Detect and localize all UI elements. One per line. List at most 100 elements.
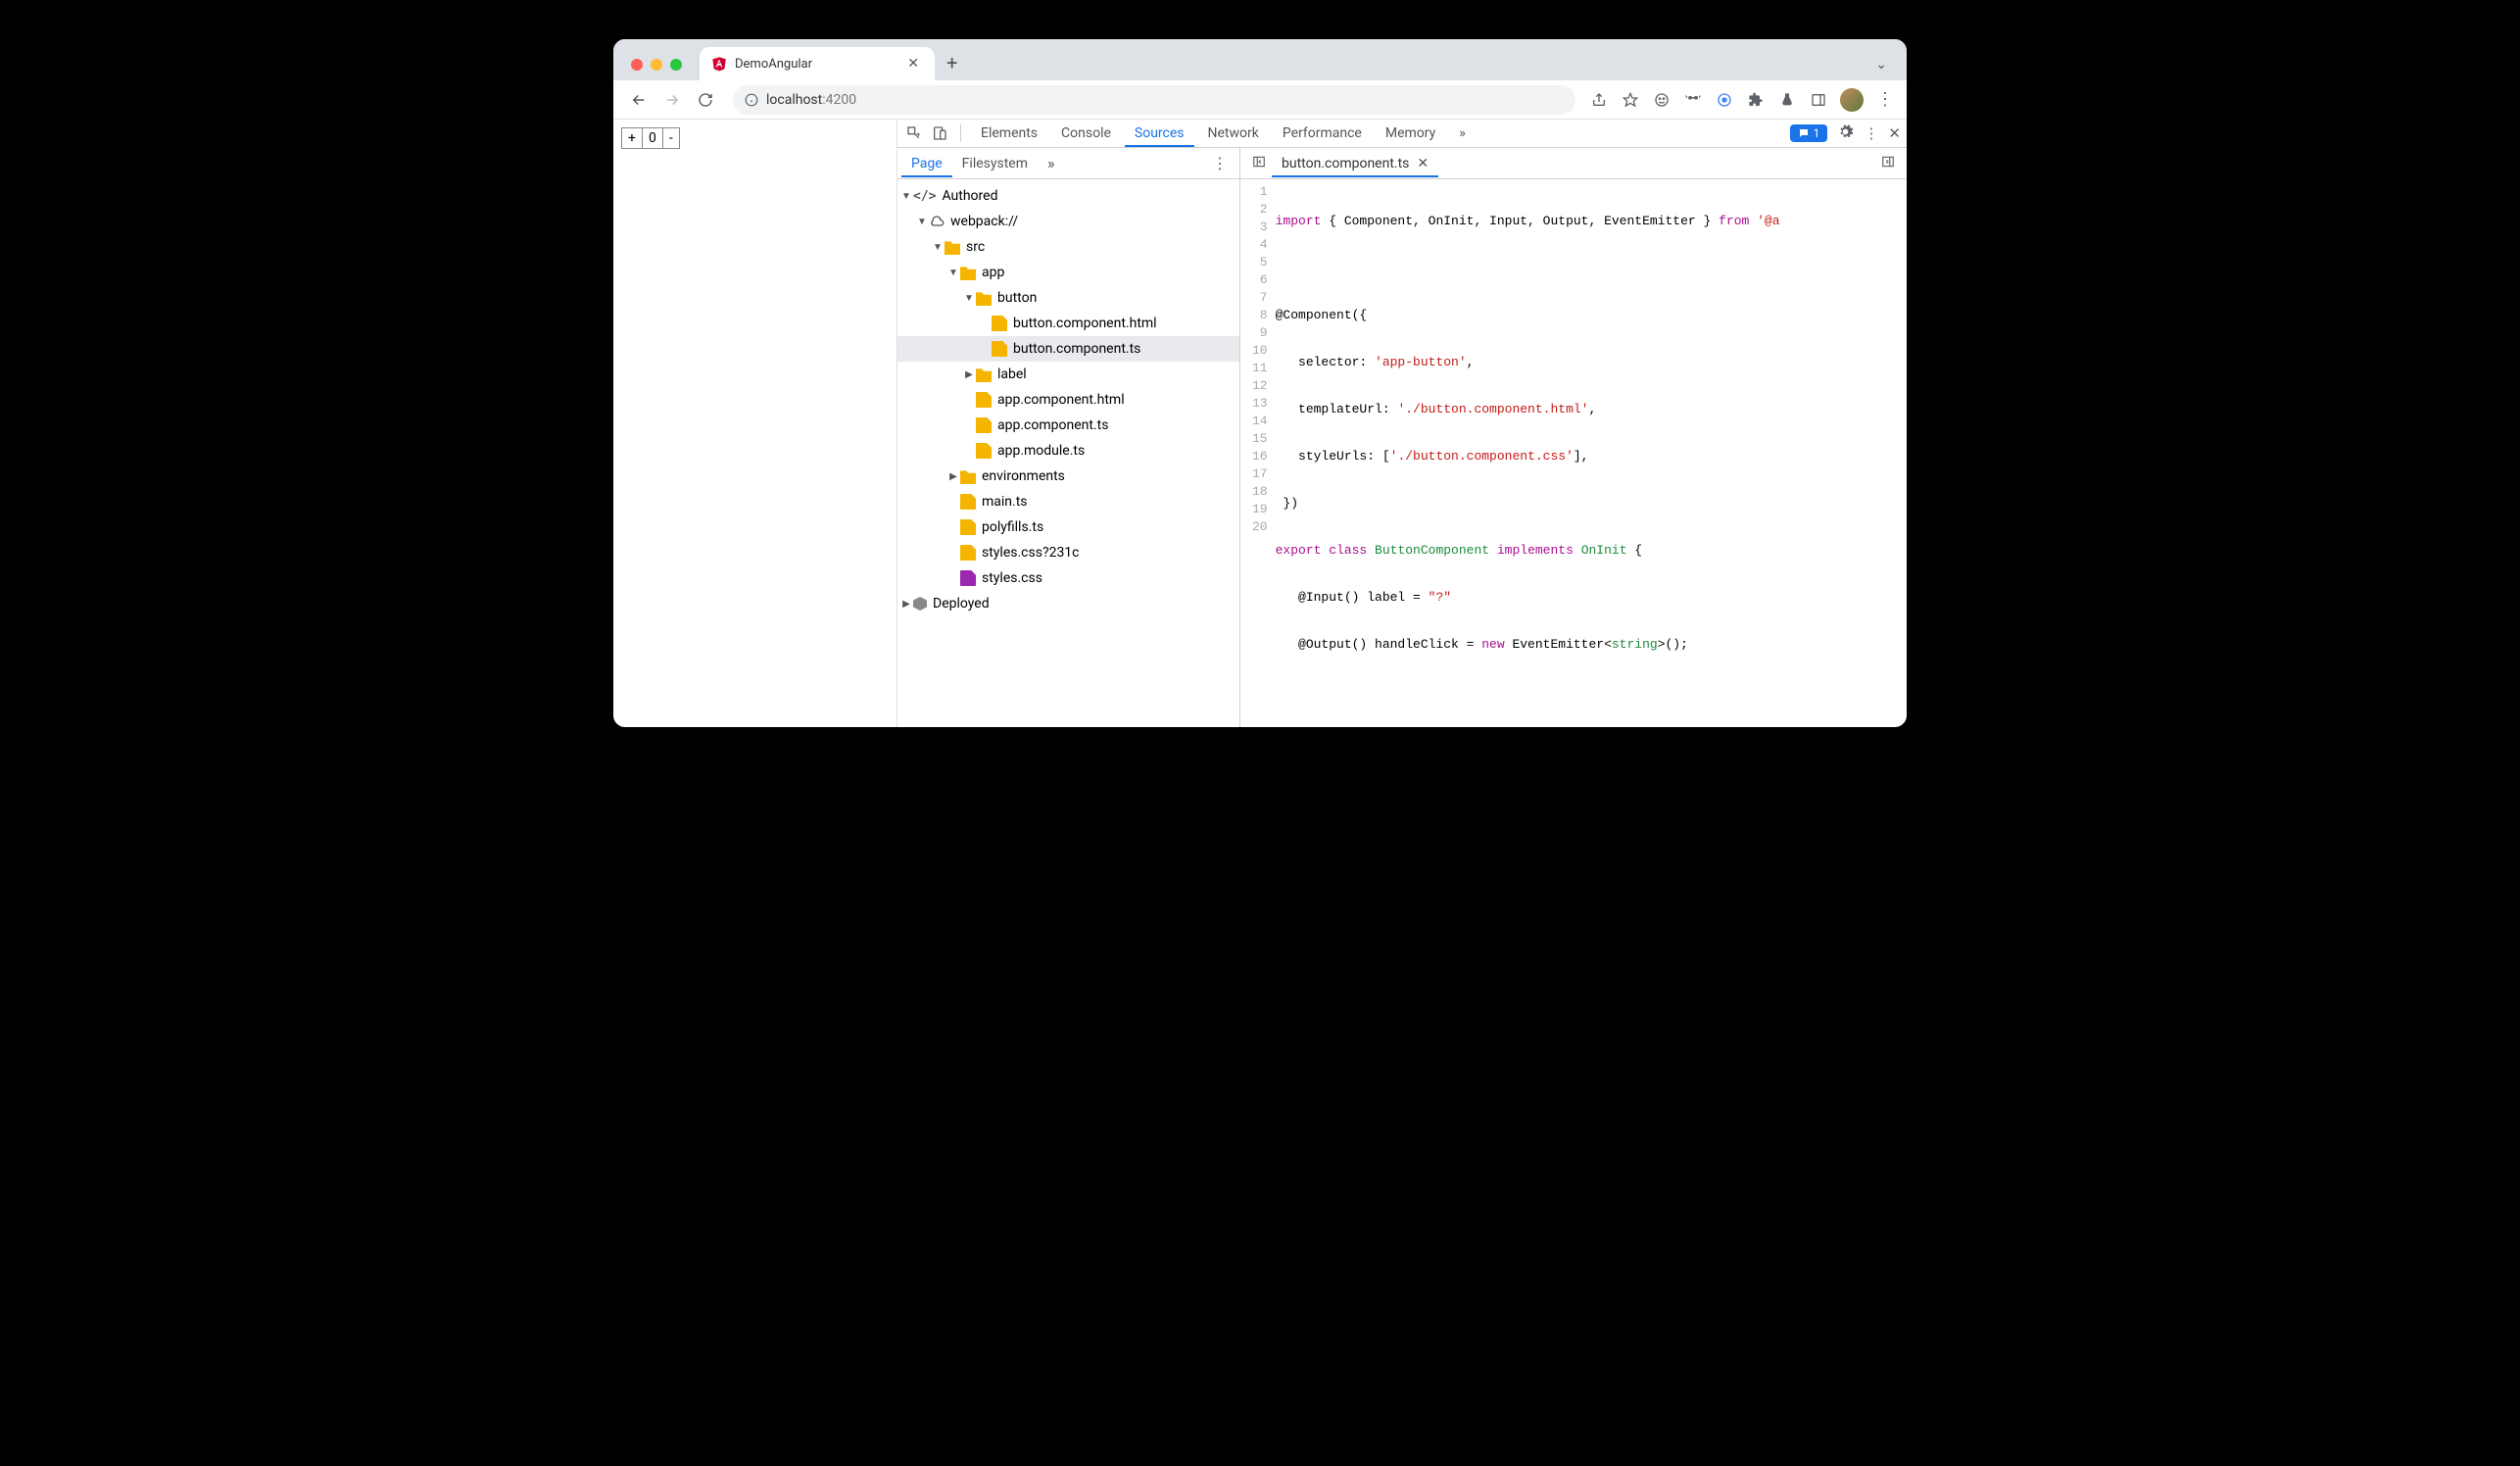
tree-node-button-html[interactable]: ▶button.component.html	[897, 311, 1239, 336]
tab-console[interactable]: Console	[1051, 120, 1121, 147]
chrome-menu-button[interactable]: ⋮	[1875, 90, 1895, 110]
issues-badge[interactable]: 1	[1790, 124, 1828, 142]
file-icon	[960, 519, 976, 535]
toggle-debugger-icon[interactable]	[1875, 154, 1901, 172]
tree-node-app[interactable]: ▼app	[897, 260, 1239, 285]
tab-close-button[interactable]: ✕	[903, 54, 923, 73]
tree-node-styles[interactable]: ▶styles.css	[897, 565, 1239, 591]
share-icon[interactable]	[1589, 90, 1609, 110]
tree-node-label-folder[interactable]: ▶label	[897, 362, 1239, 387]
nav-more-tabs[interactable]: »	[1042, 154, 1061, 172]
cloud-icon	[929, 214, 945, 229]
tree-node-styles-hash[interactable]: ▶styles.css?231c	[897, 540, 1239, 565]
browser-toolbar: localhost:4200 ⋮	[613, 80, 1907, 120]
cube-icon	[913, 597, 927, 611]
devtools-menu-button[interactable]: ⋮	[1864, 124, 1878, 142]
file-icon	[976, 417, 992, 433]
window-controls	[623, 59, 690, 80]
tree-node-app-module[interactable]: ▶app.module.ts	[897, 438, 1239, 464]
file-icon	[992, 316, 1007, 331]
browser-window: DemoAngular ✕ + ⌄ localhost:4200 ⋮	[613, 39, 1907, 727]
extension-icon-2[interactable]	[1683, 90, 1703, 110]
editor-tab[interactable]: button.component.ts ✕	[1272, 150, 1438, 177]
tree-node-main-ts[interactable]: ▶main.ts	[897, 489, 1239, 514]
bookmark-star-icon[interactable]	[1621, 90, 1640, 110]
more-tabs-button[interactable]: »	[1449, 120, 1476, 147]
increment-button[interactable]: +	[622, 128, 643, 148]
folder-icon	[960, 468, 976, 484]
nav-menu-button[interactable]: ⋮	[1204, 154, 1236, 172]
labs-icon[interactable]	[1777, 90, 1797, 110]
line-gutter: 1234567891011121314151617181920	[1240, 179, 1276, 727]
tree-node-deployed[interactable]: ▶Deployed	[897, 591, 1239, 616]
tree-node-button-folder[interactable]: ▼button	[897, 285, 1239, 311]
editor-tab-title: button.component.ts	[1282, 156, 1409, 171]
tab-performance[interactable]: Performance	[1273, 120, 1372, 147]
tab-strip: DemoAngular ✕ + ⌄	[613, 39, 1907, 80]
tree-node-authored[interactable]: ▼</>Authored	[897, 183, 1239, 209]
extension-icon-3[interactable]	[1715, 90, 1734, 110]
tree-node-environments[interactable]: ▶environments	[897, 464, 1239, 489]
decrement-button[interactable]: -	[663, 128, 679, 148]
editor-tabs: button.component.ts ✕	[1240, 148, 1907, 179]
code-content: import { Component, OnInit, Input, Outpu…	[1276, 179, 1780, 727]
reload-button[interactable]	[692, 86, 719, 114]
tab-elements[interactable]: Elements	[971, 120, 1047, 147]
profile-avatar[interactable]	[1840, 88, 1864, 112]
back-button[interactable]	[625, 86, 653, 114]
folder-icon	[960, 265, 976, 280]
tab-sources[interactable]: Sources	[1125, 120, 1194, 147]
side-panel-icon[interactable]	[1809, 90, 1828, 110]
devtools-panel: Elements Console Sources Network Perform…	[897, 120, 1907, 727]
page-viewport: + 0 -	[613, 120, 897, 727]
site-info-icon	[745, 93, 758, 107]
minimize-window-button[interactable]	[651, 59, 662, 71]
tree-node-polyfills[interactable]: ▶polyfills.ts	[897, 514, 1239, 540]
folder-icon	[945, 239, 960, 255]
close-window-button[interactable]	[631, 59, 643, 71]
inspect-element-icon[interactable]	[903, 125, 925, 141]
address-bar[interactable]: localhost:4200	[733, 85, 1575, 115]
file-icon	[960, 494, 976, 510]
tab-memory[interactable]: Memory	[1376, 120, 1445, 147]
forward-button[interactable]	[658, 86, 686, 114]
content-area: + 0 - Elements Console Sources Network P…	[613, 120, 1907, 727]
browser-tab[interactable]: DemoAngular ✕	[700, 47, 935, 80]
nav-tab-filesystem[interactable]: Filesystem	[952, 150, 1038, 177]
tree-node-src[interactable]: ▼src	[897, 234, 1239, 260]
device-toggle-icon[interactable]	[929, 125, 950, 141]
navigator-tabs: Page Filesystem » ⋮	[897, 148, 1239, 179]
tree-node-app-html[interactable]: ▶app.component.html	[897, 387, 1239, 413]
editor-tab-close-button[interactable]: ✕	[1417, 156, 1429, 171]
tab-title: DemoAngular	[735, 57, 896, 72]
file-icon	[976, 443, 992, 459]
maximize-window-button[interactable]	[670, 59, 682, 71]
toolbar-actions: ⋮	[1589, 88, 1895, 112]
folder-icon	[976, 366, 992, 382]
tree-node-app-ts[interactable]: ▶app.component.ts	[897, 413, 1239, 438]
folder-icon	[976, 290, 992, 306]
toggle-navigator-icon[interactable]	[1246, 154, 1272, 172]
tab-network[interactable]: Network	[1198, 120, 1269, 147]
tree-node-button-ts[interactable]: ▶button.component.ts	[897, 336, 1239, 362]
tabs-dropdown-button[interactable]: ⌄	[1875, 57, 1897, 80]
angular-icon	[711, 56, 727, 72]
file-icon	[960, 570, 976, 586]
counter-widget: + 0 -	[621, 127, 680, 149]
nav-tab-page[interactable]: Page	[901, 150, 952, 177]
editor-pane: button.component.ts ✕ 123456789101112131…	[1240, 148, 1907, 727]
extensions-icon[interactable]	[1746, 90, 1766, 110]
tree-node-webpack[interactable]: ▼webpack://	[897, 209, 1239, 234]
file-icon	[960, 545, 976, 561]
code-editor[interactable]: 1234567891011121314151617181920 import {…	[1240, 179, 1907, 727]
settings-icon[interactable]	[1837, 123, 1854, 144]
url-text: localhost:4200	[766, 92, 856, 108]
file-icon	[976, 392, 992, 408]
sources-navigator: Page Filesystem » ⋮ ▼</>Authored ▼webpac…	[897, 148, 1240, 727]
file-icon	[992, 341, 1007, 357]
file-tree: ▼</>Authored ▼webpack:// ▼src ▼app ▼butt…	[897, 179, 1239, 727]
new-tab-button[interactable]: +	[935, 51, 969, 80]
counter-value: 0	[643, 128, 663, 148]
devtools-close-button[interactable]: ✕	[1888, 124, 1901, 142]
extension-icon-1[interactable]	[1652, 90, 1672, 110]
